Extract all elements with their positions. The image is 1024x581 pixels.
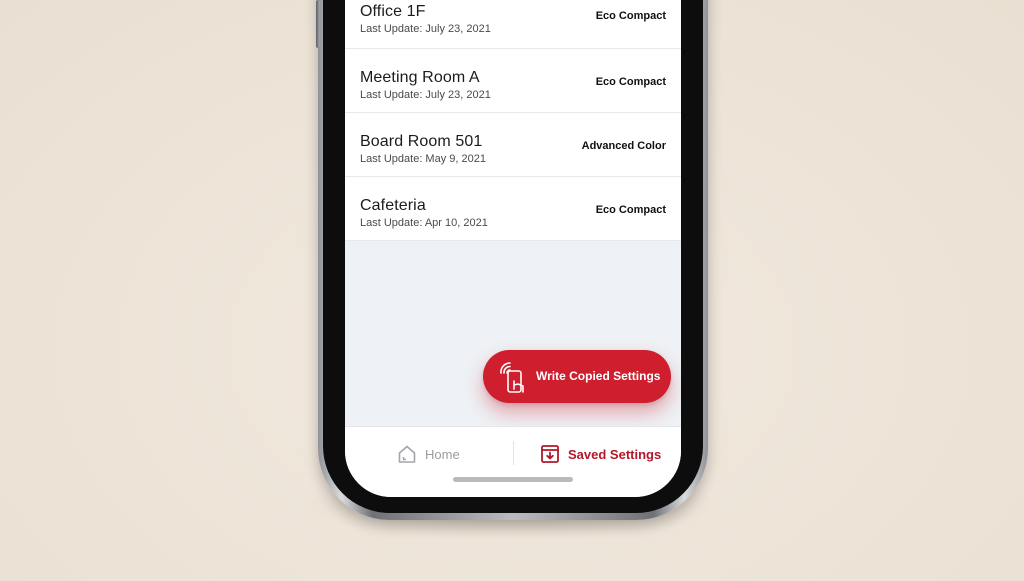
- home-icon: [398, 445, 416, 463]
- last-update: Last Update: May 9, 2021: [360, 153, 486, 165]
- printer-model: Eco Compact: [595, 10, 666, 22]
- phone-screen: Office 1F Last Update: July 23, 2021 Eco…: [345, 0, 681, 497]
- home-indicator[interactable]: [453, 477, 573, 482]
- list-item[interactable]: Meeting Room A Last Update: July 23, 202…: [345, 49, 681, 113]
- printer-model: Eco Compact: [595, 76, 666, 88]
- tab-saved-settings[interactable]: Saved Settings: [540, 441, 661, 467]
- list-item[interactable]: Board Room 501 Last Update: May 9, 2021 …: [345, 113, 681, 177]
- tab-saved-settings-label: Saved Settings: [568, 446, 662, 462]
- location-name: Meeting Room A: [360, 69, 480, 86]
- stage: Office 1F Last Update: July 23, 2021 Eco…: [0, 0, 1024, 581]
- last-update: Last Update: Apr 10, 2021: [360, 217, 488, 229]
- write-copied-settings-button[interactable]: Write Copied Settings: [483, 350, 671, 403]
- list-item[interactable]: Cafeteria Last Update: Apr 10, 2021 Eco …: [345, 177, 681, 241]
- printer-model: Advanced Color: [581, 140, 666, 152]
- saved-settings-list: Office 1F Last Update: July 23, 2021 Eco…: [345, 0, 681, 241]
- last-update: Last Update: July 23, 2021: [360, 23, 491, 35]
- location-name: Cafeteria: [360, 197, 426, 214]
- printer-model: Eco Compact: [595, 204, 666, 216]
- tab-home-label: Home: [425, 446, 460, 462]
- phone-side-button: [316, 0, 320, 48]
- location-name: Board Room 501: [360, 133, 483, 150]
- download-box-icon: [541, 445, 559, 463]
- nfc-phone-icon: [500, 362, 524, 393]
- bottom-tab-bar: Home Saved Settings: [345, 426, 681, 497]
- tab-divider: [513, 441, 514, 465]
- list-item[interactable]: Office 1F Last Update: July 23, 2021 Eco…: [345, 0, 681, 49]
- write-copied-settings-label: Write Copied Settings: [536, 369, 661, 383]
- tab-home[interactable]: Home: [397, 441, 460, 467]
- location-name: Office 1F: [360, 3, 426, 20]
- last-update: Last Update: July 23, 2021: [360, 89, 491, 101]
